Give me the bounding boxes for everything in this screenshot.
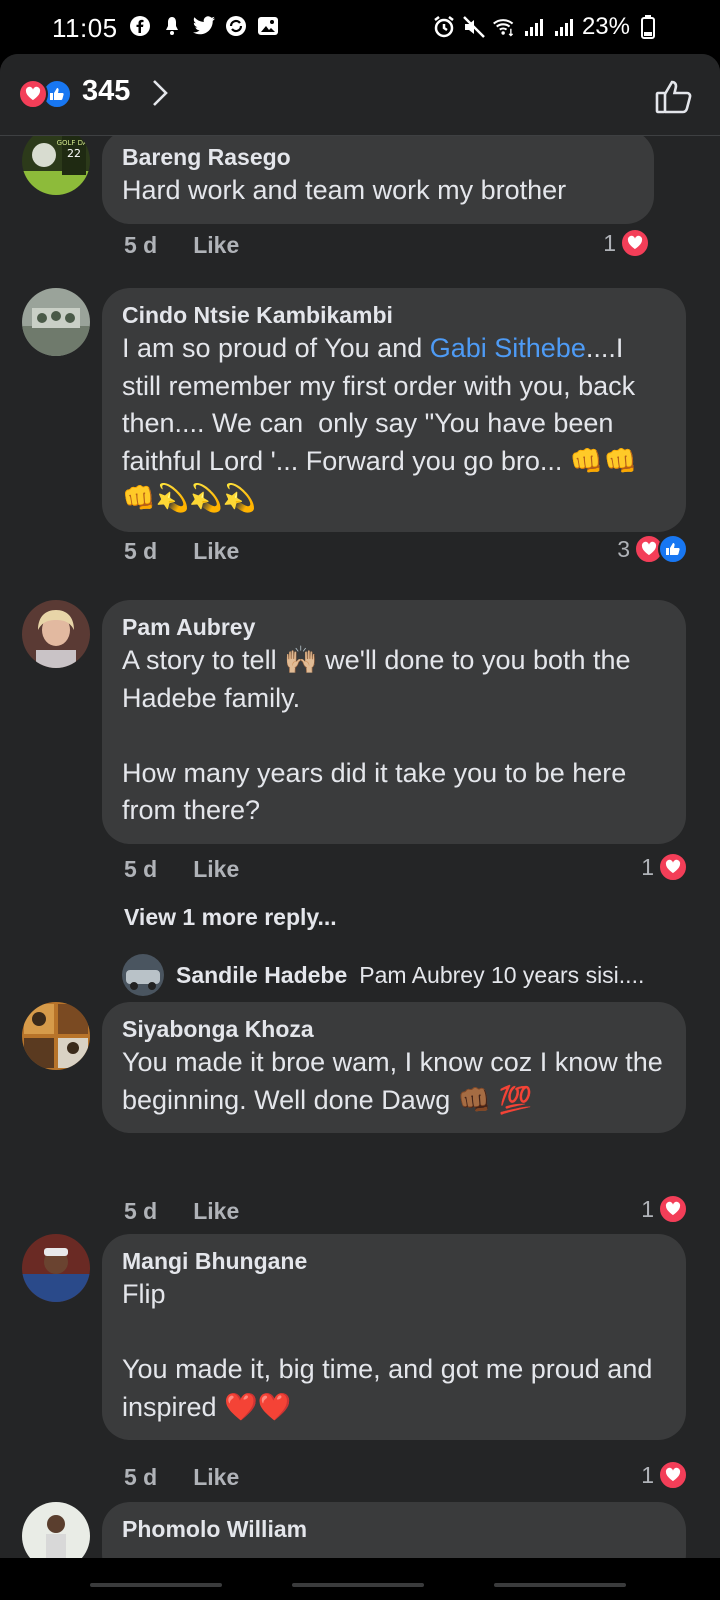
comment-text: Flip You made it, big time, and got me p… <box>122 1279 653 1422</box>
comment-reactions[interactable]: 1 <box>641 852 688 882</box>
reaction-count[interactable]: 345 <box>82 75 130 108</box>
like-reaction-icon <box>658 534 688 564</box>
comment-bubble[interactable]: Mangi Bhungane Flip You made it, big tim… <box>102 1234 686 1440</box>
like-post-button[interactable] <box>654 76 694 121</box>
system-icons: 23% <box>432 13 660 41</box>
status-time: 11:05 <box>52 13 118 43</box>
avatar[interactable] <box>22 288 90 356</box>
comment-text: A story to tell 🙌🏼 we'll done to you bot… <box>122 645 631 825</box>
chevron-right-icon[interactable] <box>150 78 170 113</box>
reaction-count: 1 <box>603 229 616 256</box>
comment-author[interactable]: Siyabonga Khoza <box>122 1014 666 1044</box>
comment-meta: 5 d Like <box>124 1198 239 1225</box>
comment-bubble[interactable]: Bareng Rasego Hard work and team work my… <box>102 136 654 224</box>
reply-author[interactable]: Sandile Hadebe <box>176 962 347 989</box>
nav-back-button[interactable] <box>494 1583 626 1587</box>
avatar[interactable]: GOLF DAY 22 <box>22 136 90 195</box>
comment-reactions[interactable]: 3 <box>617 534 688 564</box>
comment-author[interactable]: Pam Aubrey <box>122 612 666 642</box>
comment-author[interactable]: Mangi Bhungane <box>122 1246 666 1276</box>
like-button[interactable]: Like <box>193 538 239 565</box>
avatar[interactable] <box>22 1234 90 1302</box>
comment-reactions[interactable]: 1 <box>641 1460 688 1490</box>
like-button[interactable]: Like <box>193 856 239 883</box>
view-more-replies-button[interactable]: View 1 more reply... <box>124 904 337 931</box>
love-reaction-icon <box>658 852 688 882</box>
comment-time[interactable]: 5 d <box>124 232 157 259</box>
comment-bubble[interactable]: Cindo Ntsie Kambikambi I am so proud of … <box>102 288 686 532</box>
facebook-icon <box>128 14 152 38</box>
reaction-count: 1 <box>641 1195 654 1222</box>
notification-icon <box>160 14 184 38</box>
alarm-icon <box>432 15 456 39</box>
comment-meta: 5 d Like <box>124 856 239 883</box>
comment-time[interactable]: 5 d <box>124 1464 157 1491</box>
reaction-count: 1 <box>641 853 654 880</box>
comment-bubble[interactable]: Pam Aubrey A story to tell 🙌🏼 we'll done… <box>102 600 686 844</box>
love-reaction-icon <box>658 1194 688 1224</box>
comment-reactions[interactable]: 1 <box>603 228 650 258</box>
comment-list: GOLF DAY 22 Bareng Rasego Hard work and t… <box>0 136 720 1558</box>
status-bar: 11:05 23% <box>0 0 720 54</box>
comment-time[interactable]: 5 d <box>124 538 157 565</box>
svg-text:22: 22 <box>67 147 81 160</box>
like-button[interactable]: Like <box>193 1464 239 1491</box>
love-reaction-icon <box>18 79 48 109</box>
nav-home-button[interactable] <box>292 1583 424 1587</box>
gallery-icon <box>256 14 280 38</box>
comment-author[interactable]: Bareng Rasego <box>122 142 634 172</box>
avatar[interactable] <box>122 954 164 996</box>
nav-recents-button[interactable] <box>90 1583 222 1587</box>
comment-author[interactable]: Phomolo William <box>122 1514 666 1544</box>
battery-icon <box>636 15 660 39</box>
battery-level: 23% <box>581 13 630 40</box>
reaction-summary[interactable] <box>18 79 72 109</box>
avatar[interactable] <box>22 1002 90 1070</box>
reactions-header: 345 <box>0 54 720 136</box>
love-reaction-icon <box>658 1460 688 1490</box>
wifi-icon <box>492 15 516 39</box>
comment-text: I am so proud of You and <box>122 333 430 363</box>
comment-text: Hard work and team work my brother <box>122 175 567 205</box>
avatar[interactable] <box>22 1502 90 1558</box>
comment-meta: 5 d Like <box>124 1464 239 1491</box>
comment-time[interactable]: 5 d <box>124 856 157 883</box>
notification-icons <box>128 14 280 38</box>
signal-icon <box>552 15 576 39</box>
reaction-count: 1 <box>641 1461 654 1488</box>
like-button[interactable]: Like <box>193 1198 239 1225</box>
comment-bubble[interactable]: Siyabonga Khoza You made it broe wam, I … <box>102 1002 686 1133</box>
reply-preview[interactable]: Sandile Hadebe Pam Aubrey 10 years sisi.… <box>122 954 644 996</box>
reaction-count: 3 <box>617 535 630 562</box>
comment-text: You made it broe wam, I know coz I know … <box>122 1047 671 1115</box>
mention-link[interactable]: Gabi Sithebe <box>430 333 586 363</box>
reply-text: Pam Aubrey 10 years sisi.... <box>359 961 645 988</box>
app-icon <box>224 14 248 38</box>
comments-panel: 345 GOLF DAY 22 Bareng Rasego Hard work a… <box>0 54 720 1558</box>
like-button[interactable]: Like <box>193 232 239 259</box>
avatar[interactable] <box>22 600 90 668</box>
comment-reactions[interactable]: 1 <box>641 1194 688 1224</box>
signal-icon <box>522 15 546 39</box>
comment-meta: 5 d Like <box>124 232 239 259</box>
comment-author[interactable]: Cindo Ntsie Kambikambi <box>122 300 666 330</box>
svg-text:GOLF DAY: GOLF DAY <box>57 139 90 147</box>
love-reaction-icon <box>620 228 650 258</box>
comment-bubble[interactable]: Phomolo William <box>102 1502 686 1558</box>
mute-icon <box>462 15 486 39</box>
comment-meta: 5 d Like <box>124 538 239 565</box>
twitter-icon <box>192 14 216 38</box>
comment-time[interactable]: 5 d <box>124 1198 157 1225</box>
system-navigation-bar <box>0 1558 720 1600</box>
